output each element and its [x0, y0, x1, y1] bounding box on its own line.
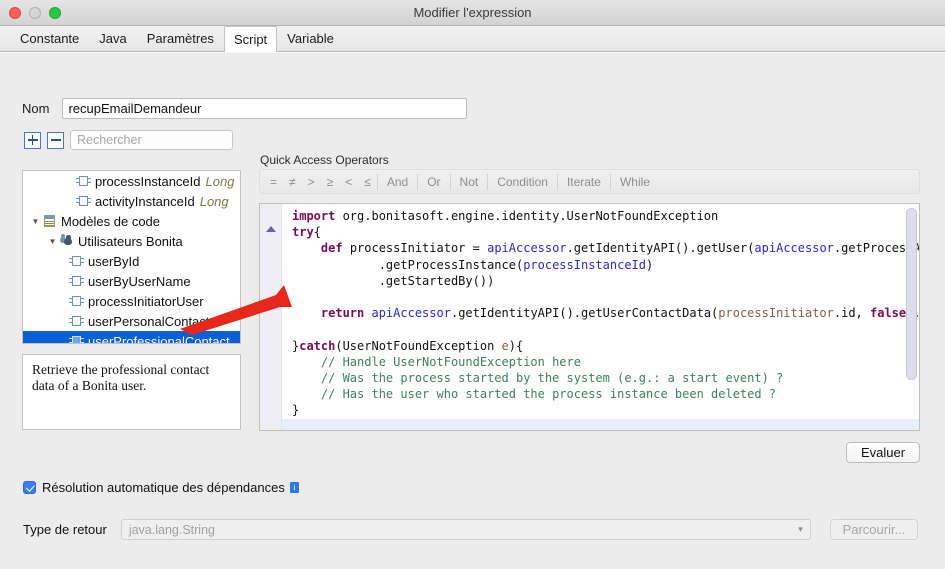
tree-row-processinitiatoruser[interactable]: processInitiatorUser	[23, 291, 240, 311]
code-line: try{	[292, 225, 321, 240]
auto-resolve-row[interactable]: Résolution automatique des dépendances i	[23, 480, 299, 495]
variable-icon	[69, 274, 84, 288]
auto-resolve-checkbox[interactable]	[23, 481, 36, 494]
operator-equals[interactable]: =	[264, 175, 283, 189]
expand-all-icon[interactable]	[24, 131, 41, 149]
name-row: Nom	[22, 98, 468, 119]
tree-row-label: Modèles de code	[61, 213, 161, 229]
tree-row-label: userByUserName	[88, 273, 191, 289]
tree-row-label: processInstanceId	[95, 173, 201, 189]
variable-icon	[69, 314, 84, 328]
variable-icon	[76, 174, 91, 188]
return-type-value: java.lang.String	[128, 522, 215, 537]
operator-while[interactable]: While	[611, 175, 659, 189]
code-line: import org.bonitasoft.engine.identity.Us…	[292, 209, 719, 223]
tree-row-label: processInitiatorUser	[88, 293, 204, 309]
tree-row[interactable]: activityInstanceId Long	[23, 191, 240, 211]
tab-java[interactable]: Java	[89, 26, 136, 51]
browse-button[interactable]: Parcourir...	[830, 519, 918, 540]
variable-icon	[69, 294, 84, 308]
code-template-icon	[42, 214, 57, 228]
tab-parametres[interactable]: Paramètres	[137, 26, 224, 51]
tree-row-type: Long	[205, 173, 235, 189]
tab-constante[interactable]: Constante	[10, 26, 89, 51]
chevron-down-icon[interactable]: ▼	[29, 217, 42, 226]
quick-access-toolbar: = ≠ > ≥ < ≤ And Or Not Condition Iterate…	[259, 169, 920, 194]
tree-row-label: userById	[88, 253, 140, 269]
code-line: def processInitiator = apiAccessor.getId…	[320, 241, 919, 256]
vertical-scrollbar[interactable]	[906, 208, 917, 380]
code-line: }catch(UserNotFoundException e){	[292, 338, 524, 353]
tree-row-userbyusername[interactable]: userByUserName	[23, 271, 240, 291]
tab-script[interactable]: Script	[223, 26, 278, 52]
operator-greater-than[interactable]: >	[302, 175, 321, 189]
code-line: .getProcessInstance(processInstanceId)	[292, 257, 654, 272]
auto-resolve-label: Résolution automatique des dépendances	[42, 480, 285, 495]
chevron-down-icon[interactable]: ▾	[798, 520, 803, 539]
collapse-all-icon[interactable]	[47, 131, 64, 149]
variable-icon	[69, 254, 84, 268]
dialog-body: Nom processInstanceId Long	[0, 52, 945, 569]
operator-greater-equal[interactable]: ≥	[321, 175, 340, 189]
script-editor[interactable]: import org.bonitasoft.engine.identity.Us…	[259, 203, 920, 431]
script-code-area[interactable]: import org.bonitasoft.engine.identity.Us…	[282, 204, 919, 430]
return-type-combo[interactable]: java.lang.String ▾	[120, 519, 811, 540]
operator-or[interactable]: Or	[418, 175, 449, 189]
tree-row-userbyid[interactable]: userById	[23, 251, 240, 271]
tab-variable[interactable]: Variable	[277, 26, 344, 51]
minimize-window-button[interactable]	[29, 6, 41, 19]
name-label: Nom	[22, 101, 50, 116]
name-input[interactable]	[62, 98, 468, 119]
tree-row-label: Utilisateurs Bonita	[78, 233, 183, 249]
current-line-highlight	[282, 418, 919, 430]
tree-row-utilisateurs-bonita[interactable]: ▼ Utilisateurs Bonita	[23, 231, 240, 251]
tree-row-userpersonalcontact[interactable]: userPersonalContact	[23, 311, 240, 331]
evaluate-button[interactable]: Evaluer	[846, 442, 920, 463]
variable-icon	[76, 194, 91, 208]
code-line: return apiAccessor.getIdentityAPI().getU…	[320, 306, 919, 321]
node-description: Retrieve the professional contact data o…	[22, 354, 241, 430]
operator-less-equal[interactable]: ≤	[358, 175, 377, 189]
return-type-label: Type de retour	[23, 522, 107, 537]
expression-editor-window: Modifier l'expression Constante Java Par…	[0, 0, 945, 569]
editor-gutter[interactable]	[260, 204, 282, 430]
close-window-button[interactable]	[9, 6, 21, 19]
return-type-row: Type de retour java.lang.String ▾	[23, 519, 811, 540]
tree-row-label: activityInstanceId	[95, 193, 195, 209]
quick-access-title: Quick Access Operators	[260, 153, 389, 167]
code-line: }	[292, 403, 300, 418]
expression-tree[interactable]: processInstanceId Long activityInstanceI…	[22, 170, 241, 344]
operator-and[interactable]: And	[378, 175, 417, 189]
search-input[interactable]	[70, 130, 233, 150]
tab-bar: Constante Java Paramètres Script Variabl…	[0, 26, 945, 52]
operator-not[interactable]: Not	[451, 175, 488, 189]
tree-toolbar	[24, 130, 233, 150]
tree-row-userprofessionalcontact[interactable]: userProfessionalContact	[23, 331, 240, 344]
window-controls[interactable]	[9, 6, 61, 19]
operator-not-equals[interactable]: ≠	[283, 175, 302, 189]
code-line: // Was the process started by the system…	[292, 370, 784, 385]
tree-row-label: userPersonalContact	[88, 313, 210, 329]
tree-row-modeles-de-code[interactable]: ▼ Modèles de code	[23, 211, 240, 231]
fold-triangle-icon[interactable]	[266, 226, 276, 232]
operator-less-than[interactable]: <	[339, 175, 358, 189]
tree-row-label: userProfessionalContact	[88, 333, 230, 344]
tree-row-type: Long	[199, 193, 229, 209]
window-title: Modifier l'expression	[413, 5, 532, 20]
variable-icon	[69, 334, 84, 343]
operator-condition[interactable]: Condition	[488, 175, 557, 189]
users-icon	[59, 234, 74, 248]
chevron-down-icon[interactable]: ▼	[46, 237, 59, 246]
zoom-window-button[interactable]	[49, 6, 61, 19]
code-line: .getStartedBy())	[292, 273, 495, 288]
code-line: // Handle UserNotFoundException here	[292, 354, 581, 369]
tree-row[interactable]: processInstanceId Long	[23, 171, 240, 191]
code-line: // Has the user who started the process …	[292, 387, 777, 402]
operator-iterate[interactable]: Iterate	[558, 175, 610, 189]
title-bar: Modifier l'expression	[0, 0, 945, 26]
info-icon[interactable]: i	[289, 482, 299, 493]
